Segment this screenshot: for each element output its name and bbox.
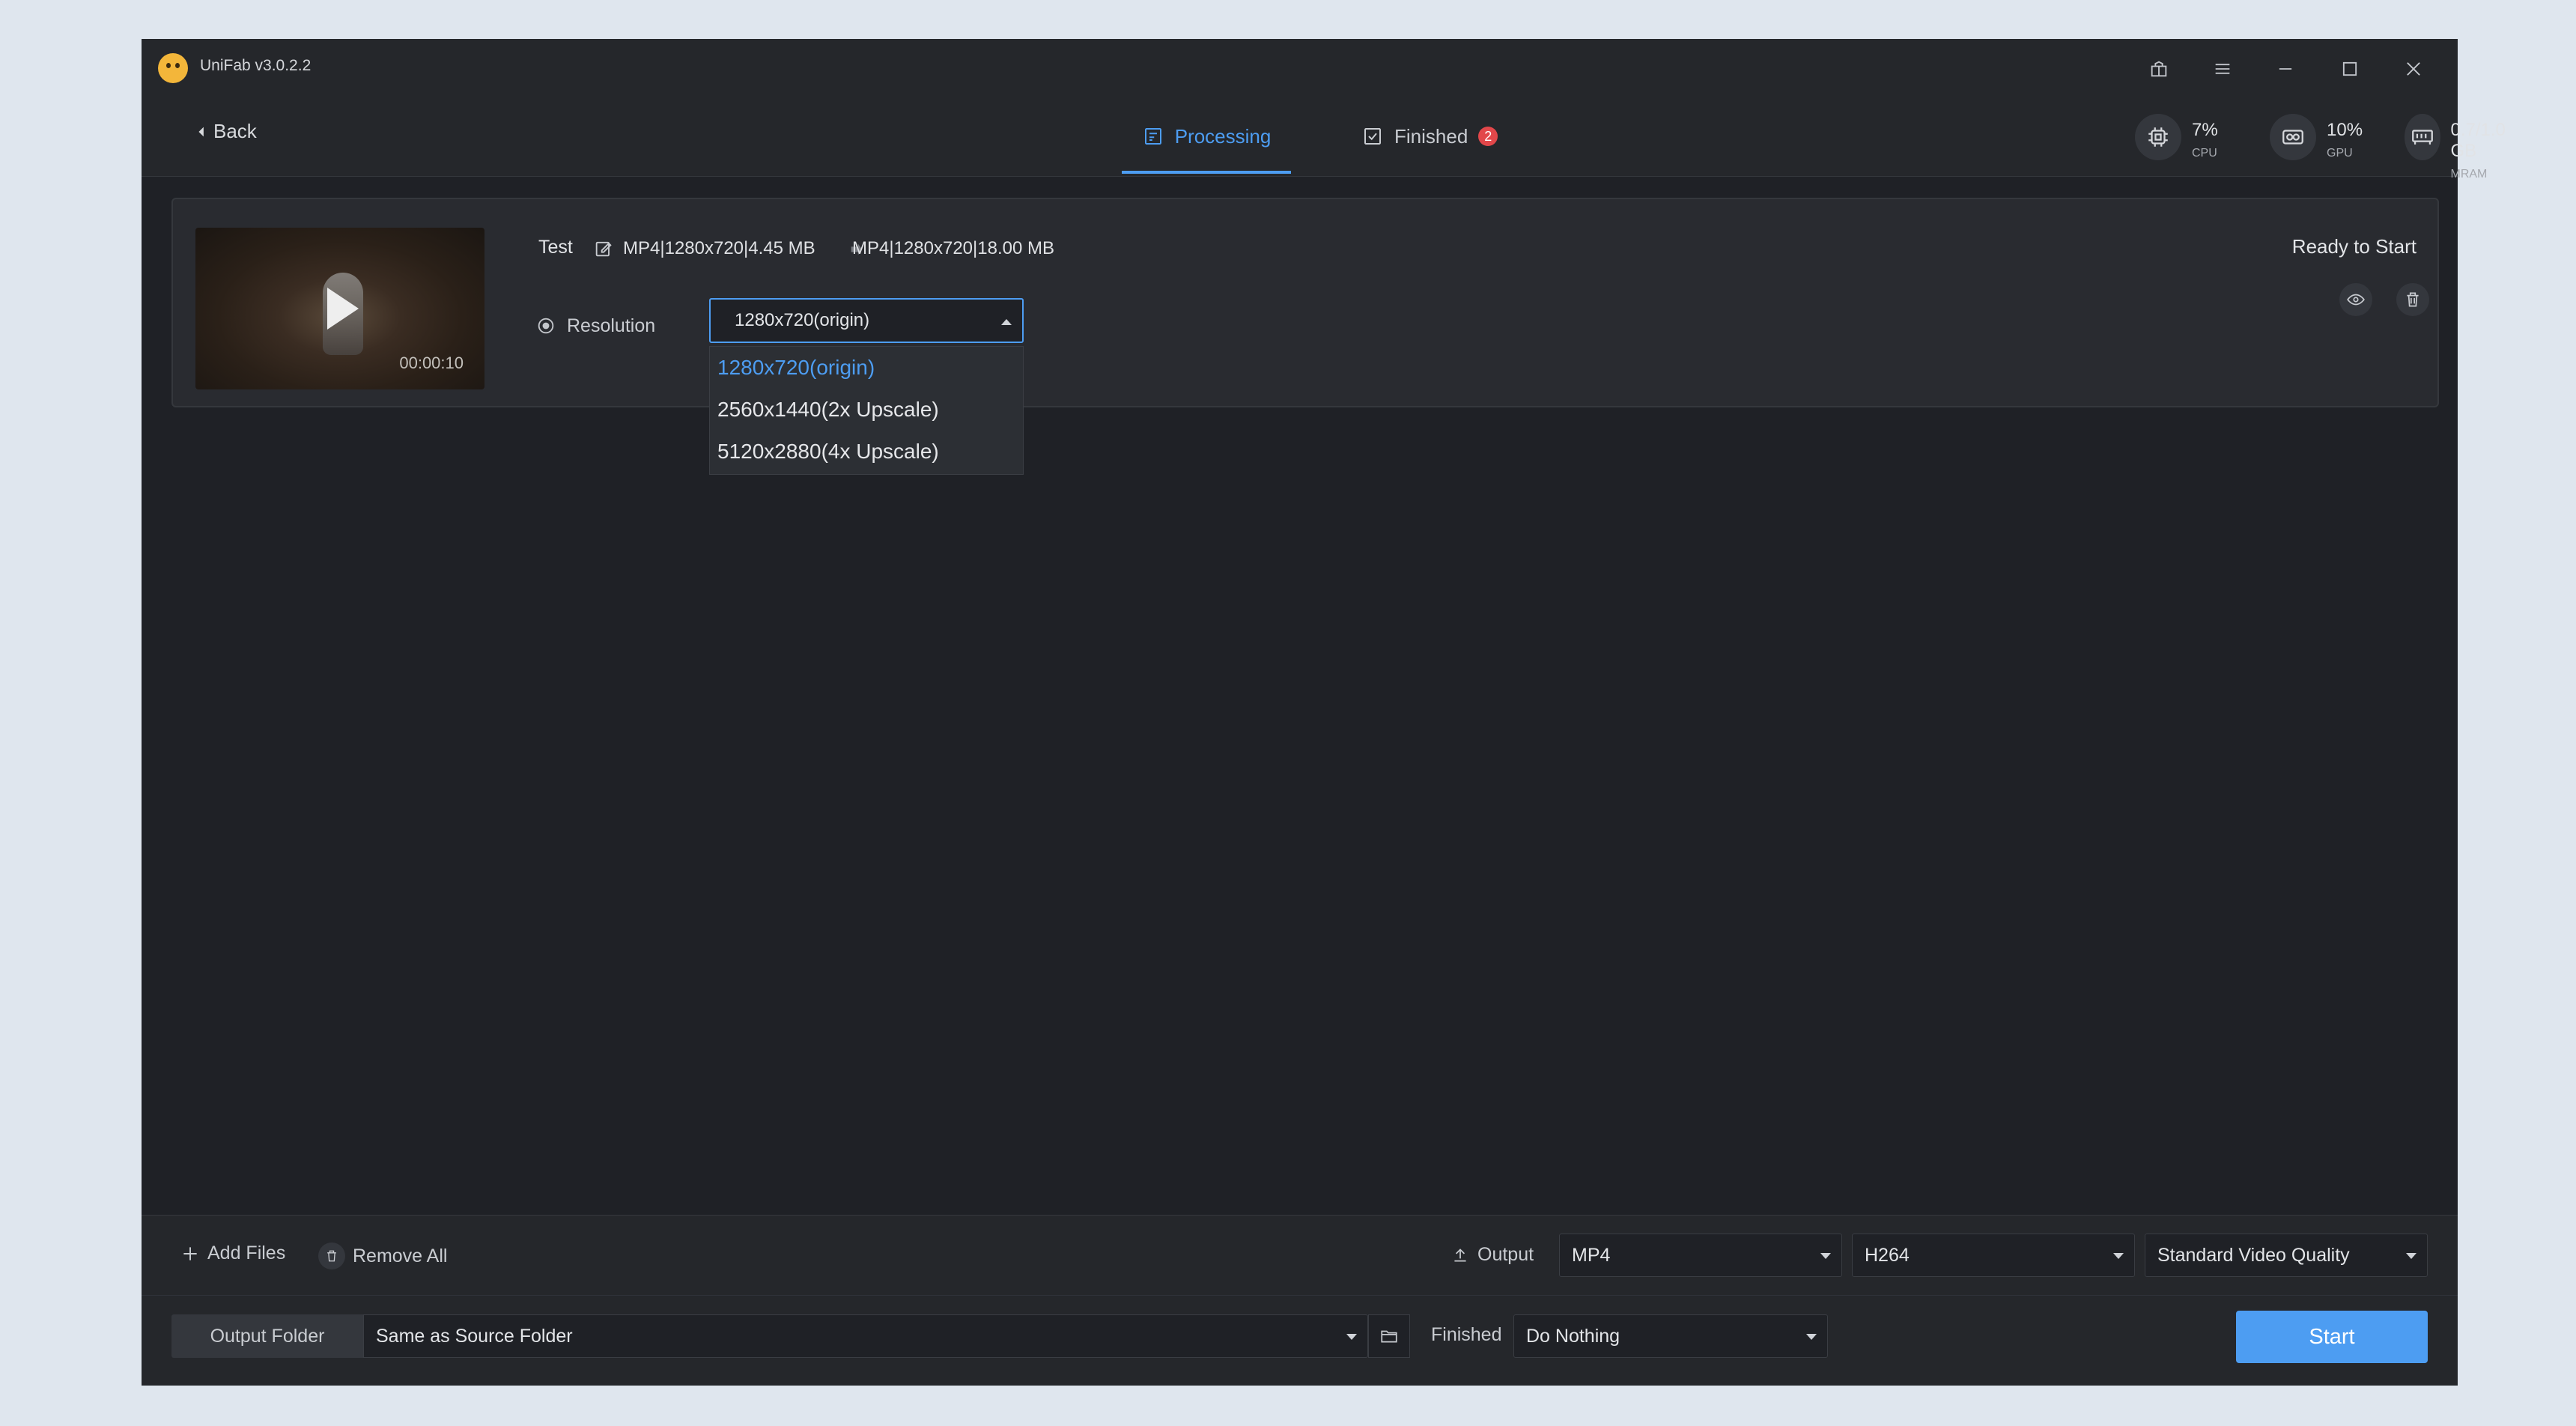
- edit-icon[interactable]: [593, 238, 614, 259]
- finished-label: Finished: [1431, 1324, 1502, 1345]
- format-value: MP4: [1572, 1244, 1611, 1266]
- resolution-option-origin[interactable]: 1280x720(origin): [710, 347, 1023, 389]
- output-label-group: Output: [1450, 1244, 1534, 1266]
- back-label: Back: [213, 120, 257, 142]
- output-folder-label: Output Folder: [171, 1314, 363, 1358]
- resolution-selected: 1280x720(origin): [735, 310, 870, 330]
- output-toolbar: Add Files Remove All Output MP4 H264 Sta…: [142, 1215, 2458, 1296]
- mram-label: MRAM: [2450, 168, 2488, 180]
- remove-all-button[interactable]: Remove All: [318, 1243, 447, 1269]
- video-thumbnail[interactable]: 00:00:10: [195, 228, 484, 389]
- folder-icon: [1381, 1330, 1397, 1343]
- play-icon[interactable]: [327, 288, 359, 330]
- cpu-label: CPU: [2192, 147, 2217, 160]
- chevron-down-icon: [2406, 1253, 2416, 1259]
- chevron-left-icon: [198, 127, 204, 136]
- title-bar: UniFab v3.0.2.2: [142, 39, 2458, 99]
- gpu-label: GPU: [2327, 147, 2353, 160]
- minimize-icon[interactable]: [2272, 55, 2299, 82]
- maximize-icon[interactable]: [2336, 55, 2363, 82]
- memory-icon: [2405, 114, 2440, 160]
- checkbox-icon: [1364, 128, 1381, 145]
- source-info: MP4|1280x720|4.45 MB: [623, 238, 815, 258]
- start-button[interactable]: Start: [2236, 1311, 2428, 1363]
- chevron-down-icon: [1346, 1334, 1357, 1340]
- trash-icon: [2407, 292, 2419, 307]
- chevron-down-icon: [2113, 1253, 2124, 1259]
- gpu-value: 10%: [2327, 120, 2363, 140]
- codec-value: H264: [1865, 1244, 1910, 1266]
- add-files-button[interactable]: Add Files: [180, 1243, 285, 1264]
- footer-bar: Output Folder Same as Source Folder Fini…: [142, 1295, 2458, 1386]
- codec-select[interactable]: H264: [1852, 1234, 2135, 1277]
- tab-finished[interactable]: Finished 2: [1361, 99, 1498, 174]
- resolution-select[interactable]: 1280x720(origin): [709, 298, 1024, 343]
- video-duration: 00:00:10: [399, 354, 464, 372]
- cpu-value: 7%: [2192, 120, 2218, 140]
- list-icon: [1144, 128, 1161, 145]
- upload-icon: [1454, 1248, 1466, 1261]
- output-folder-select[interactable]: Same as Source Folder: [363, 1314, 1368, 1358]
- task-status: Ready to Start: [2291, 235, 2416, 258]
- resolution-option-4x[interactable]: 5120x2880(4x Upscale): [710, 431, 1023, 473]
- cpu-icon: [2135, 114, 2181, 160]
- output-label: Output: [1477, 1244, 1534, 1265]
- task-card: 00:00:10 Test MP4|1280x720|4.45 MB MP4|1…: [171, 198, 2439, 475]
- chevron-up-icon: [1001, 319, 1012, 325]
- tab-processing-label: Processing: [1174, 124, 1272, 148]
- menu-icon[interactable]: [2209, 55, 2236, 82]
- resolution-icon: [535, 315, 556, 336]
- tab-processing[interactable]: Processing: [1122, 99, 1291, 174]
- close-icon[interactable]: [2400, 55, 2427, 82]
- gpu-stat: 10% GPU: [2270, 114, 2363, 160]
- cpu-stat: 7% CPU: [2135, 114, 2218, 160]
- mram-stat: 0.7/1.0 GB MRAM: [2405, 114, 2516, 181]
- resolution-label: Resolution: [567, 315, 656, 336]
- finished-action-value: Do Nothing: [1526, 1325, 1620, 1347]
- active-tab-indicator: [1122, 171, 1291, 174]
- trash-icon: [318, 1243, 345, 1269]
- finished-action-select[interactable]: Do Nothing: [1513, 1314, 1828, 1358]
- eye-icon: [2347, 294, 2365, 306]
- quality-select[interactable]: Standard Video Quality: [2145, 1234, 2428, 1277]
- resolution-option-2x[interactable]: 2560x1440(2x Upscale): [710, 389, 1023, 431]
- chevron-down-icon: [1820, 1253, 1831, 1259]
- preview-button[interactable]: [2339, 283, 2372, 316]
- output-folder-value: Same as Source Folder: [376, 1325, 573, 1347]
- delete-button[interactable]: [2396, 283, 2429, 316]
- quality-value: Standard Video Quality: [2157, 1244, 2350, 1266]
- target-info: MP4|1280x720|18.00 MB: [852, 238, 1054, 258]
- plus-icon: [183, 1246, 197, 1260]
- format-select[interactable]: MP4: [1559, 1234, 1842, 1277]
- gpu-icon: [2270, 114, 2316, 160]
- gift-icon[interactable]: [2145, 55, 2172, 82]
- finished-count-badge: 2: [1478, 127, 1498, 146]
- tab-finished-label: Finished: [1394, 124, 1468, 148]
- back-button[interactable]: Back: [195, 120, 257, 143]
- resolution-dropdown: 1280x720(origin) 2560x1440(2x Upscale) 5…: [709, 346, 1024, 475]
- mram-value: 0.7/1.0 GB: [2450, 120, 2506, 161]
- remove-all-label: Remove All: [353, 1245, 448, 1266]
- app-window: UniFab v3.0.2.2 Back Processing Finished…: [142, 39, 2506, 1386]
- task-name: Test: [538, 237, 573, 258]
- app-logo-icon: [158, 53, 188, 83]
- add-files-label: Add Files: [207, 1243, 286, 1263]
- app-title: UniFab v3.0.2.2: [200, 57, 312, 74]
- chevron-down-icon: [1806, 1334, 1817, 1340]
- nav-bar: Back Processing Finished 2 7% CPU 10% GP…: [142, 99, 2506, 180]
- browse-folder-button[interactable]: [1368, 1314, 1410, 1358]
